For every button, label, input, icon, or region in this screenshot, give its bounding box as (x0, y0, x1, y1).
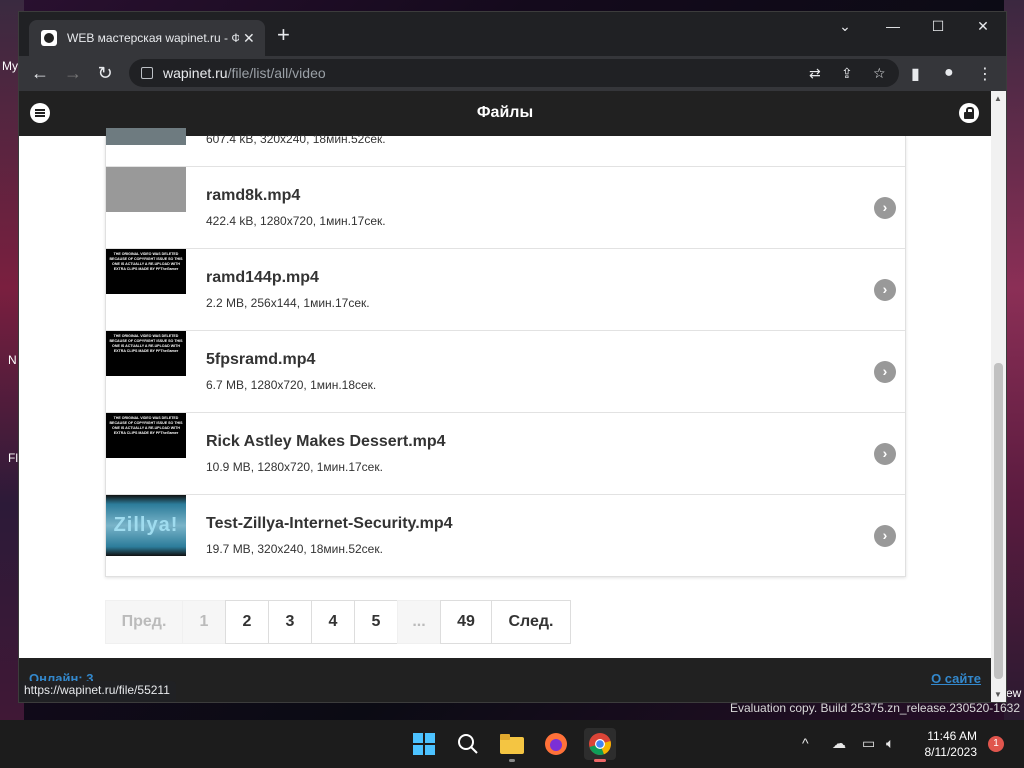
file-meta: 10.9 MB, 1280x720, 1мин.17сек. (206, 460, 383, 474)
file-explorer-button[interactable] (496, 728, 528, 762)
list-item[interactable]: Zillya! Test-Zillya-Internet-Security.mp… (106, 494, 905, 576)
back-button[interactable]: ← (29, 63, 51, 84)
file-meta: 19.7 MB, 320x240, 18мин.52сек. (206, 542, 383, 556)
list-item[interactable]: THE ORIGINAL VIDEO WAS DELETED BECAUSE O… (106, 412, 905, 494)
search-button[interactable] (452, 728, 484, 760)
bookmark-star-icon[interactable]: ☆ (873, 65, 886, 82)
firefox-icon (545, 733, 567, 755)
chevron-right-icon[interactable]: › (874, 279, 896, 301)
file-name[interactable]: ramd8k.mp4 (206, 187, 300, 205)
video-thumbnail: THE ORIGINAL VIDEO WAS DELETED BECAUSE O… (106, 249, 186, 294)
scroll-up-arrow-icon[interactable]: ▲ (994, 94, 1002, 103)
next-page-button[interactable]: След. (491, 600, 571, 644)
page-title: Файлы (476, 104, 534, 121)
taskbar: ^ ☁ ▭ 🔈︎ 11:46 AM 8/11/2023 1 (0, 720, 1024, 768)
url-path: /file/list/all/video (227, 65, 326, 81)
file-name[interactable]: Test-Zillya-Internet-Security.mp4 (206, 515, 453, 533)
video-thumbnail: THE ORIGINAL VIDEO WAS DELETED BECAUSE O… (106, 331, 186, 376)
firefox-button[interactable] (540, 728, 572, 760)
file-meta: 6.7 MB, 1280x720, 1мин.18сек. (206, 378, 377, 392)
network-icon[interactable]: ▭ (862, 735, 875, 752)
maximize-button[interactable]: ☐ (926, 18, 950, 35)
file-name[interactable]: 5fpsramd.mp4 (206, 351, 315, 369)
page-link[interactable]: 2 (225, 600, 269, 644)
chevron-right-icon[interactable]: › (874, 197, 896, 219)
list-item[interactable]: ramd8k.mp4 422.4 kB, 1280x720, 1мин.17се… (106, 166, 905, 248)
translate-icon[interactable]: ⇄ (809, 65, 821, 82)
page-current: 1 (182, 600, 226, 644)
clock-date: 8/11/2023 (924, 745, 978, 759)
file-meta: 607.4 kB, 320x240, 18мин.52сек. (206, 132, 386, 146)
page-ellipsis: ... (397, 600, 441, 644)
menu-kebab-icon[interactable]: ⋮ (977, 64, 993, 84)
page-link[interactable]: 3 (268, 600, 312, 644)
login-lock-icon[interactable] (959, 103, 979, 123)
new-tab-button[interactable]: + (277, 24, 290, 46)
side-panel-icon[interactable]: ▮ (911, 64, 920, 84)
file-name[interactable]: Rick Astley Makes Dessert.mp4 (206, 433, 446, 451)
video-thumbnail: Zillya! (106, 495, 186, 556)
pagination: Пред. 1 2 3 4 5 ... 49 След. (105, 600, 571, 644)
windows-logo-icon (413, 733, 435, 755)
secure-lock-icon[interactable] (141, 67, 153, 79)
file-list: 607.4 kB, 320x240, 18мин.52сек. ramd8k.m… (105, 128, 906, 577)
address-bar[interactable]: wapinet.ru/file/list/all/video ⇄ ⇪ ☆ (129, 59, 899, 87)
clock-time: 11:46 AM (927, 729, 977, 743)
prev-page-button: Пред. (105, 600, 183, 644)
notification-badge[interactable]: 1 (988, 736, 1004, 752)
scroll-down-arrow-icon[interactable]: ▼ (994, 690, 1002, 699)
browser-window: WEB мастерская wapinet.ru - Фа ✕ + ⌄ — ☐… (18, 11, 1007, 703)
desktop-wallpaper-right (1004, 0, 1024, 720)
chevron-right-icon[interactable]: › (874, 361, 896, 383)
tray-overflow-chevron-icon[interactable]: ^ (802, 735, 809, 751)
share-icon[interactable]: ⇪ (841, 65, 853, 82)
minimize-button[interactable]: — (881, 18, 905, 34)
file-meta: 422.4 kB, 1280x720, 1мин.17сек. (206, 214, 386, 228)
desktop-icon-label[interactable]: My (2, 59, 18, 73)
page-link[interactable]: 49 (440, 600, 492, 644)
forward-button[interactable]: → (62, 63, 84, 84)
scrollbar-thumb[interactable] (994, 363, 1003, 679)
video-thumbnail (106, 128, 186, 145)
url-host: wapinet.ru (163, 65, 228, 81)
browser-tab[interactable]: WEB мастерская wapinet.ru - Фа ✕ (29, 20, 265, 56)
page-link[interactable]: 5 (354, 600, 398, 644)
desktop-icon-label[interactable]: ew (1006, 686, 1021, 700)
reload-button[interactable]: ↻ (94, 63, 116, 84)
file-name[interactable]: ramd144p.mp4 (206, 269, 319, 287)
chevron-right-icon[interactable]: › (874, 525, 896, 547)
folder-icon (500, 734, 524, 754)
volume-icon[interactable]: 🔈︎ (886, 735, 894, 752)
close-window-button[interactable]: ✕ (971, 18, 995, 35)
browser-toolbar: ← → ↻ wapinet.ru/file/list/all/video ⇄ ⇪… (19, 56, 1006, 91)
desktop-icon-label[interactable]: N (8, 353, 17, 367)
system-clock[interactable]: 11:46 AM 8/11/2023 (925, 728, 978, 760)
video-thumbnail: THE ORIGINAL VIDEO WAS DELETED BECAUSE O… (106, 413, 186, 458)
page-scrollbar[interactable]: ▲ ▼ (991, 91, 1006, 702)
profile-icon[interactable]: ● (944, 64, 954, 82)
web-page: Файлы 607.4 kB, 320x240, 18мин.52сек. ra… (19, 91, 991, 702)
tab-search-chevron-icon[interactable]: ⌄ (833, 18, 857, 35)
about-link[interactable]: О сайте (931, 671, 981, 686)
search-icon (458, 734, 478, 754)
tab-title: WEB мастерская wapinet.ru - Фа (67, 31, 239, 45)
page-link[interactable]: 4 (311, 600, 355, 644)
site-favicon-icon (41, 30, 57, 46)
list-item[interactable]: 607.4 kB, 320x240, 18мин.52сек. (106, 128, 905, 166)
chrome-icon (589, 733, 611, 756)
chevron-right-icon[interactable]: › (874, 443, 896, 465)
onedrive-icon[interactable]: ☁ (832, 735, 846, 752)
file-meta: 2.2 MB, 256x144, 1мин.17сек. (206, 296, 370, 310)
desktop-icon-label[interactable]: Fl (8, 451, 18, 465)
list-item[interactable]: THE ORIGINAL VIDEO WAS DELETED BECAUSE O… (106, 330, 905, 412)
status-bar-url: https://wapinet.ru/file/55211 (19, 681, 176, 702)
tab-strip: WEB мастерская wapinet.ru - Фа ✕ + ⌄ — ☐… (19, 12, 1006, 56)
list-item[interactable]: THE ORIGINAL VIDEO WAS DELETED BECAUSE O… (106, 248, 905, 330)
tab-close-icon[interactable]: ✕ (243, 30, 255, 47)
chrome-button[interactable] (584, 728, 616, 762)
start-button[interactable] (408, 728, 440, 760)
video-thumbnail (106, 167, 186, 212)
evaluation-watermark: Evaluation copy. Build 25375.zn_release.… (730, 701, 1020, 715)
